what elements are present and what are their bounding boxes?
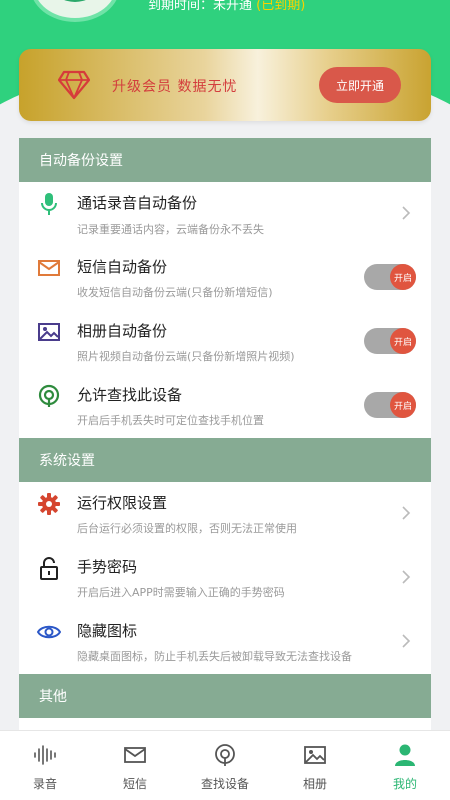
tab-record[interactable]: 录音: [0, 731, 90, 800]
list-item-title: 隐藏图标: [77, 622, 138, 640]
tab-label: 查找设备: [200, 777, 249, 791]
list-item-photo-backup: 相册自动备份 照片视频自动备份云端(只备份新增照片视频) 开启: [19, 310, 431, 374]
list-item-title: 短信自动备份: [77, 258, 168, 276]
tab-mine[interactable]: 我的: [360, 731, 450, 800]
eye-icon: [37, 625, 61, 639]
lock-icon: [40, 557, 58, 580]
list-item-title: 运行权限设置: [77, 494, 168, 512]
microphone-icon: [41, 193, 57, 215]
locate-icon: [215, 744, 235, 766]
chevron-right-icon: [402, 570, 411, 584]
expire-status: (已到期): [256, 0, 306, 13]
tab-find-device[interactable]: 查找设备: [180, 731, 270, 800]
list-item-title: 允许查找此设备: [77, 386, 183, 404]
tab-label: 录音: [32, 777, 57, 791]
list-item-desc: 收发短信自动备份云端(只备份新增短信): [77, 286, 273, 299]
list-item-desc: 开启后手机丢失时可定位查找手机位置: [77, 414, 264, 427]
photo-backup-toggle[interactable]: 开启: [364, 328, 416, 354]
tab-label: 短信: [122, 777, 147, 791]
tab-label: 我的: [392, 777, 417, 791]
list-item-title: 通话录音自动备份: [77, 194, 198, 212]
activate-vip-button[interactable]: 立即开通: [319, 67, 401, 103]
list-item-title: 相册自动备份: [77, 322, 168, 340]
person-icon: [395, 744, 415, 766]
avatar[interactable]: [30, 0, 120, 22]
chevron-right-icon: [402, 206, 411, 220]
envelope-icon: [38, 260, 60, 276]
list-item-desc: 记录重要通话内容，云端备份永不丢失: [77, 223, 264, 236]
section-header-other: 其他: [19, 674, 431, 718]
expire-label: 到期时间：未开通: [148, 0, 253, 13]
list-item-desc: 照片视频自动备份云端(只备份新增照片视频): [77, 350, 295, 363]
section-header-backup: 自动备份设置: [19, 138, 431, 182]
vip-text: 升级会员 数据无忧: [112, 79, 238, 95]
waveform-icon: [34, 745, 56, 765]
find-device-toggle[interactable]: 开启: [364, 392, 416, 418]
toggle-knob: 开启: [390, 264, 416, 290]
chevron-right-icon: [402, 634, 411, 648]
bottom-tab-bar: 录音 短信 查找设备 相册 我的: [0, 730, 450, 800]
list-item-title: 手势密码: [77, 558, 138, 576]
gear-icon: [38, 493, 60, 515]
tab-sms[interactable]: 短信: [90, 731, 180, 800]
image-icon: [38, 323, 60, 341]
diamond-icon: [58, 70, 90, 100]
tab-label: 相册: [302, 777, 327, 791]
vip-banner[interactable]: 升级会员 数据无忧 立即开通: [19, 49, 431, 121]
list-item-desc: 开启后进入APP时需要输入正确的手势密码: [77, 586, 285, 599]
list-item-hide-icon[interactable]: 隐藏图标 隐藏桌面图标，防止手机丢失后被卸载导致无法查找设备: [19, 610, 431, 674]
sms-backup-toggle[interactable]: 开启: [364, 264, 416, 290]
list-item-run-permissions[interactable]: 运行权限设置 后台运行必须设置的权限，否则无法正常使用: [19, 482, 431, 546]
list-item-desc: 后台运行必须设置的权限，否则无法正常使用: [77, 522, 297, 535]
chevron-right-icon: [402, 506, 411, 520]
list-item-desc: 隐藏桌面图标，防止手机丢失后被卸载导致无法查找设备: [77, 650, 352, 663]
list-item-find-device: 允许查找此设备 开启后手机丢失时可定位查找手机位置 开启: [19, 374, 431, 438]
section-header-system: 系统设置: [19, 438, 431, 482]
locate-icon: [38, 384, 60, 407]
tab-album[interactable]: 相册: [270, 731, 360, 800]
toggle-knob: 开启: [390, 328, 416, 354]
list-item-call-backup[interactable]: 通话录音自动备份 记录重要通话内容，云端备份永不丢失: [19, 182, 431, 246]
list-item-sms-backup: 短信自动备份 收发短信自动备份云端(只备份新增短信) 开启: [19, 246, 431, 310]
envelope-icon: [124, 747, 146, 763]
list-item-partial: [19, 718, 431, 730]
expire-info: 到期时间：未开通 (已到期): [148, 0, 305, 13]
list-item-gesture-password[interactable]: 手势密码 开启后进入APP时需要输入正确的手势密码: [19, 546, 431, 610]
toggle-knob: 开启: [390, 392, 416, 418]
image-icon: [304, 746, 326, 764]
